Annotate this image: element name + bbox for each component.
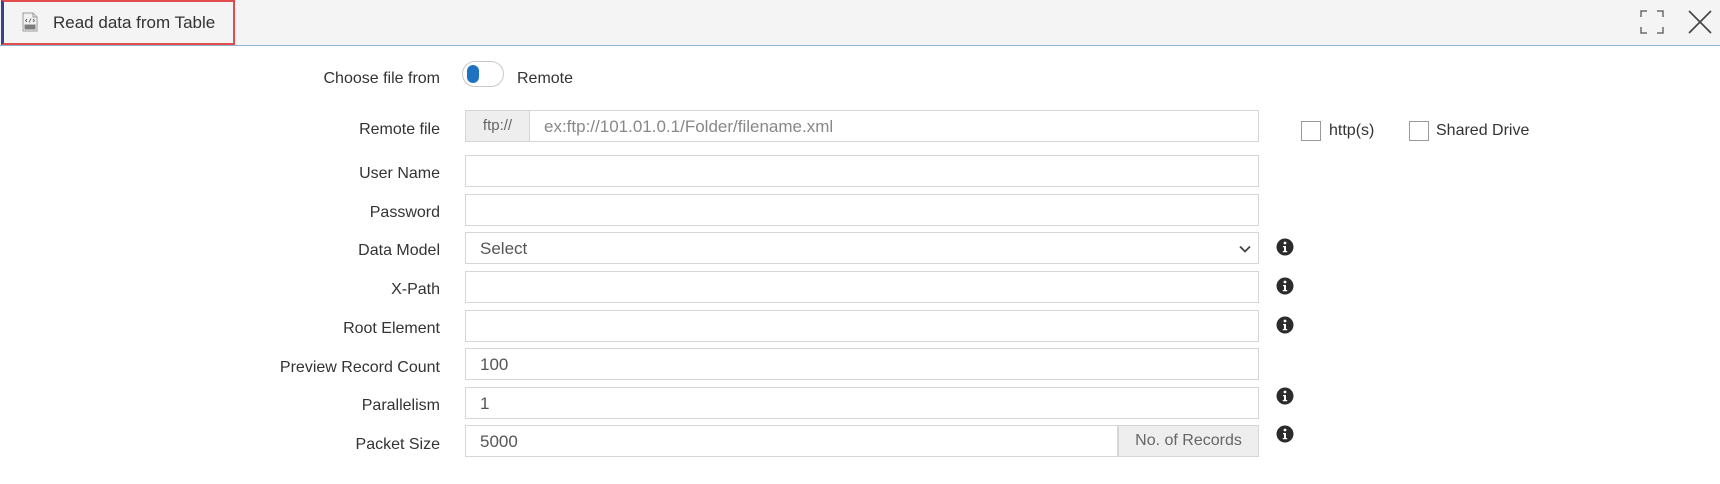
x-path-label: X-Path (391, 281, 440, 298)
user-name-label: User Name (359, 165, 440, 182)
ftp-prefix-addon: ftp:// (465, 110, 529, 142)
toggle-knob (467, 65, 479, 83)
parallelism-label: Parallelism (361, 397, 440, 414)
root-element-input[interactable] (465, 310, 1259, 342)
x-path-info-icon[interactable] (1276, 277, 1294, 295)
data-model-select[interactable]: Select (465, 232, 1259, 264)
packet-size-info-icon[interactable] (1276, 425, 1294, 443)
shared-drive-checkbox[interactable] (1409, 121, 1429, 141)
preview-record-count-input[interactable]: 100 (465, 348, 1259, 380)
parallelism-input[interactable]: 1 (465, 387, 1259, 419)
close-icon[interactable] (1687, 9, 1713, 35)
chevron-down-icon (1239, 245, 1251, 253)
remote-toggle-label: Remote (517, 70, 574, 87)
choose-file-from-label: Choose file from (323, 70, 441, 87)
no-of-records-addon: No. of Records (1118, 425, 1259, 457)
user-name-input[interactable] (465, 155, 1259, 187)
data-model-info-icon[interactable] (1276, 238, 1294, 256)
password-label: Password (369, 204, 440, 221)
packet-size-input[interactable]: 5000 (465, 425, 1118, 457)
window-title-tab: Read data from Table (1, 0, 235, 45)
password-input[interactable] (465, 194, 1259, 226)
https-checkbox[interactable] (1301, 121, 1321, 141)
parallelism-info-icon[interactable] (1276, 387, 1294, 405)
preview-record-count-label: Preview Record Count (279, 359, 440, 376)
xml-file-icon (22, 12, 38, 32)
root-element-info-icon[interactable] (1276, 316, 1294, 334)
window-titlebar: Read data from Table (0, 0, 1720, 46)
https-label: http(s) (1329, 122, 1375, 139)
packet-size-label: Packet Size (355, 436, 440, 453)
remote-toggle[interactable] (462, 61, 504, 87)
window-title: Read data from Table (53, 13, 216, 32)
remote-file-label: Remote file (359, 121, 440, 138)
root-element-label: Root Element (343, 320, 440, 337)
x-path-input[interactable] (465, 271, 1259, 303)
data-model-label: Data Model (358, 242, 440, 259)
remote-file-input[interactable]: ex:ftp://101.01.0.1/Folder/filename.xml (529, 110, 1259, 142)
maximize-icon[interactable] (1640, 10, 1664, 34)
shared-drive-label: Shared Drive (1436, 122, 1530, 139)
